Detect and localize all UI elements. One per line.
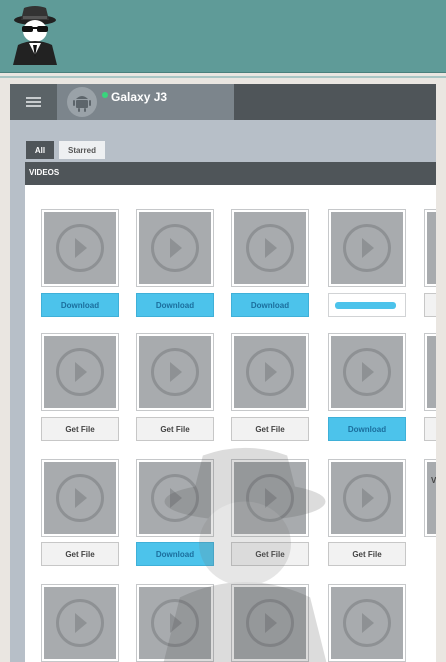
video-thumbnail[interactable] [137,334,213,410]
download-button[interactable]: Download [136,293,214,317]
video-thumbnail[interactable] [137,210,213,286]
video-thumbnail[interactable] [232,460,308,536]
download-button[interactable]: Download [231,293,309,317]
progress-fill [335,302,396,309]
video-thumbnail[interactable] [329,460,405,536]
play-icon [56,599,104,647]
download-button[interactable]: Download [136,542,214,566]
section-header: VIDEOS [25,162,446,185]
download-button[interactable]: Download [41,293,119,317]
get-file-button[interactable]: Get File [231,542,309,566]
android-icon [73,96,91,112]
window-edge [436,84,446,662]
app-frame: Galaxy J3 All Starred VIDEOS Download Dow… [10,84,446,662]
play-icon [246,474,294,522]
video-thumbnail[interactable] [232,210,308,286]
download-progress-bar [328,293,406,317]
play-icon [56,474,104,522]
play-icon [246,224,294,272]
play-icon [343,474,391,522]
play-icon [151,224,199,272]
play-icon [246,348,294,396]
play-icon [343,224,391,272]
get-file-button[interactable]: Get File [41,417,119,441]
play-icon [151,474,199,522]
device-name: Galaxy J3 [111,90,168,104]
video-thumbnail[interactable] [329,210,405,286]
tab-starred[interactable]: Starred [59,141,105,159]
play-icon [246,599,294,647]
play-icon [343,599,391,647]
video-thumbnail[interactable] [232,585,308,661]
play-icon [343,348,391,396]
device-bar: Galaxy J3 [10,84,446,120]
download-button[interactable]: Download [328,417,406,441]
section-title: VIDEOS [29,168,60,177]
get-file-button[interactable]: Get File [231,417,309,441]
video-thumbnail[interactable] [137,585,213,661]
video-thumbnail[interactable] [42,334,118,410]
content-area: All Starred VIDEOS Download Download Downl… [10,120,446,662]
get-file-button[interactable]: Get File [328,542,406,566]
play-icon [151,599,199,647]
play-icon [151,348,199,396]
video-thumbnail[interactable] [329,585,405,661]
get-file-button[interactable]: Get File [136,417,214,441]
tab-all[interactable]: All [26,141,54,159]
menu-button[interactable] [10,84,57,120]
video-thumbnail[interactable] [42,460,118,536]
device-avatar [67,87,97,117]
hamburger-menu-icon [26,96,41,108]
play-icon [56,224,104,272]
video-thumbnail[interactable] [42,210,118,286]
video-thumbnail[interactable] [232,334,308,410]
play-icon [56,348,104,396]
app-header [0,0,446,73]
header-divider [0,76,446,78]
video-grid: Download Download Download Get File Get File… [25,185,446,662]
video-thumbnail[interactable] [42,585,118,661]
spy-logo-icon [13,6,57,65]
device-tab[interactable]: Galaxy J3 [57,84,234,120]
online-status-dot [102,92,108,98]
video-thumbnail[interactable] [329,334,405,410]
get-file-button[interactable]: Get File [41,542,119,566]
video-thumbnail[interactable] [137,460,213,536]
